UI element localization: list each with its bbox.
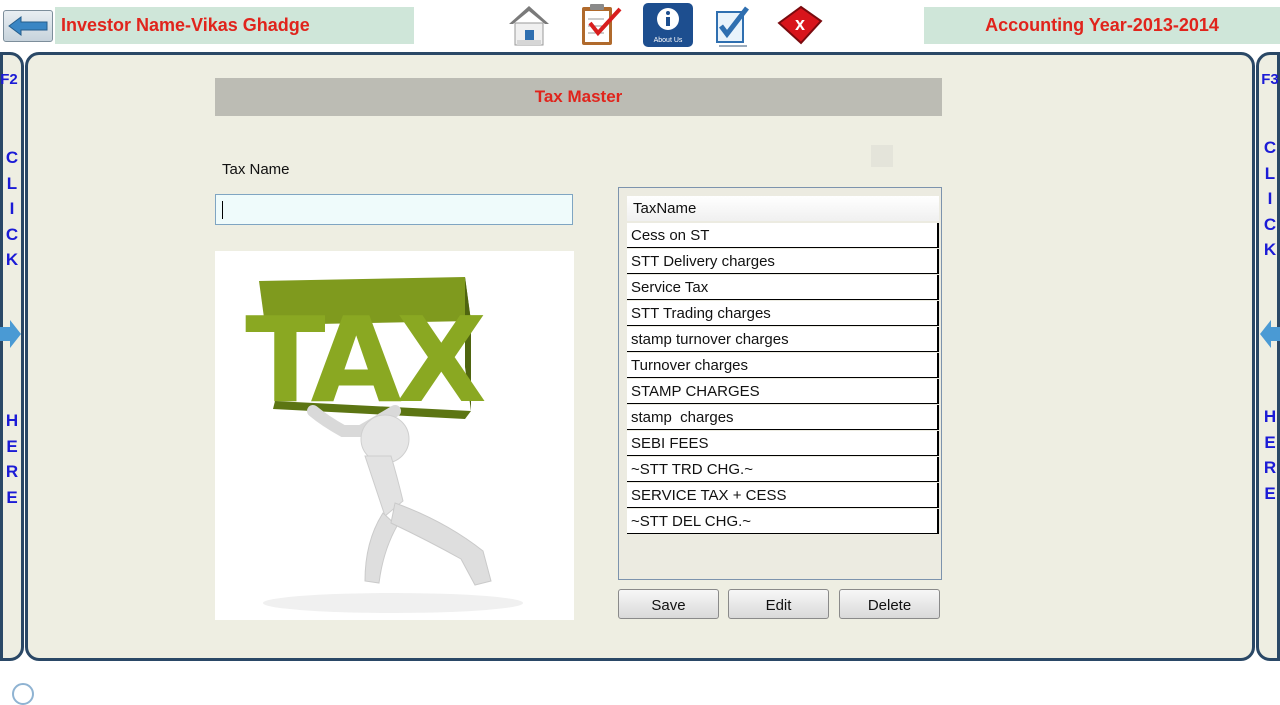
edit-button-toolbar[interactable]: [709, 1, 759, 49]
grid-column-header[interactable]: TaxName: [627, 196, 939, 221]
home-icon: [509, 6, 549, 46]
table-row[interactable]: STT Trading charges: [627, 301, 939, 326]
table-row[interactable]: Turnover charges: [627, 353, 939, 378]
back-button[interactable]: [3, 10, 53, 42]
table-row[interactable]: SEBI FEES: [627, 431, 939, 456]
text-caret: [222, 201, 223, 219]
table-row[interactable]: STAMP CHARGES: [627, 379, 939, 404]
table-row[interactable]: stamp charges: [627, 405, 939, 430]
table-row[interactable]: stamp turnover charges: [627, 327, 939, 352]
table-row[interactable]: STT Delivery charges: [627, 249, 939, 274]
close-icon: x: [777, 5, 823, 45]
tax-name-grid[interactable]: TaxName Cess on ST STT Delivery charges …: [618, 187, 942, 580]
tax-master-panel: Tax Master Tax Name TAX TaxName Cess on …: [25, 52, 1255, 661]
arrow-right-icon: [0, 320, 21, 348]
table-row[interactable]: ~STT DEL CHG.~: [627, 509, 939, 534]
left-side-panel[interactable]: F2 CLICK HERE: [0, 52, 24, 661]
table-row[interactable]: ~STT TRD CHG.~: [627, 457, 939, 482]
tax-illustration: TAX: [215, 251, 574, 620]
here-label-right: HERE: [1263, 407, 1277, 503]
f3-key-label: F3: [1261, 71, 1279, 88]
about-us-button[interactable]: About Us: [643, 1, 693, 49]
delete-button[interactable]: Delete: [839, 589, 940, 619]
close-button[interactable]: x: [775, 1, 825, 49]
home-button[interactable]: [504, 1, 554, 49]
save-button[interactable]: Save: [618, 589, 719, 619]
table-row[interactable]: Cess on ST: [627, 223, 939, 248]
checklist-button[interactable]: [575, 1, 625, 49]
table-row[interactable]: Service Tax: [627, 275, 939, 300]
tax-name-label: Tax Name: [222, 161, 290, 178]
about-us-label: About Us: [654, 37, 683, 44]
f2-key-label: F2: [0, 71, 18, 88]
table-row[interactable]: SERVICE TAX + CESS: [627, 483, 939, 508]
page-title: Tax Master: [215, 78, 942, 116]
edit-icon: [716, 6, 749, 47]
here-label-left: HERE: [5, 411, 19, 507]
status-indicator: [12, 683, 34, 705]
arrow-left-icon: [8, 16, 48, 36]
click-label-right: CLICK: [1263, 138, 1277, 259]
accounting-year: Accounting Year-2013-2014: [924, 7, 1280, 44]
info-icon: About Us: [643, 3, 693, 47]
right-side-panel[interactable]: F3 CLICK HERE: [1256, 52, 1280, 661]
tax-name-input[interactable]: [215, 194, 573, 225]
edit-button[interactable]: Edit: [728, 589, 829, 619]
click-label-left: CLICK: [5, 148, 19, 269]
svg-text:x: x: [795, 14, 805, 34]
hidden-toggle: [871, 145, 893, 167]
clipboard-check-icon: [582, 4, 622, 45]
arrow-left-icon: [1260, 320, 1280, 348]
investor-name: Investor Name-Vikas Ghadge: [55, 7, 414, 44]
